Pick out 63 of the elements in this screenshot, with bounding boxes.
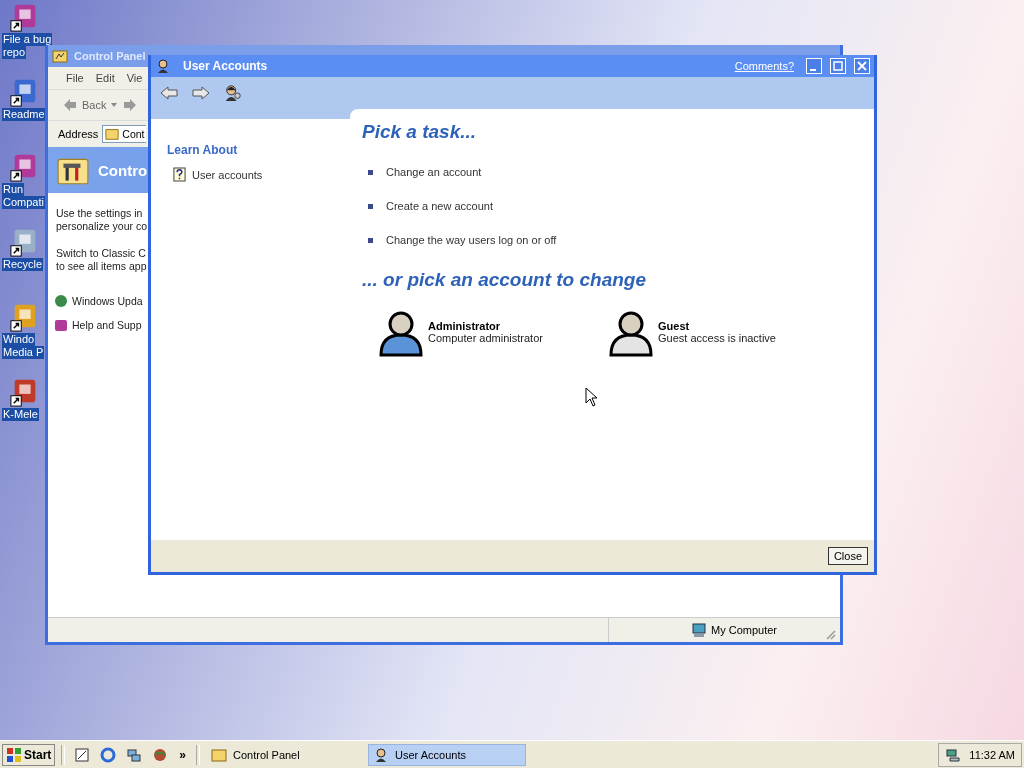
address-label: Address [58, 128, 99, 140]
folder-icon [211, 746, 228, 763]
window-title: Control Panel [74, 50, 146, 62]
desktop-icon-label[interactable]: Compati [2, 196, 45, 209]
help-icon[interactable] [173, 167, 186, 182]
desktop-icon-label[interactable]: Readme [2, 108, 46, 121]
bullet-icon [368, 237, 373, 243]
desktop-icon-label[interactable]: Windo [2, 333, 36, 346]
help-link[interactable]: User accounts [192, 168, 263, 181]
desktop-icon-label[interactable]: Media P [2, 346, 45, 359]
description-text: Switch to Classic C to see all items app [56, 247, 144, 273]
back-arrow-icon [62, 97, 78, 113]
user-avatar-icon[interactable] [608, 309, 654, 357]
panel-link[interactable]: Windows Upda [72, 295, 143, 307]
user-avatar-icon[interactable] [378, 309, 424, 357]
account-description: Computer administrator [428, 332, 543, 344]
mouse-pointer-icon [585, 387, 597, 407]
desktop-icon-label[interactable]: Recycle [2, 258, 44, 271]
desktop-icon-label[interactable]: File a bug [2, 33, 53, 46]
person-key-icon[interactable] [223, 84, 243, 102]
bullet-icon [368, 169, 373, 175]
status-text: My Computer [711, 624, 778, 636]
more-button[interactable]: » [179, 747, 187, 762]
task-link[interactable]: Create a new account [386, 200, 493, 212]
section-heading: ... or pick an account to change [362, 269, 647, 291]
taskbar-button[interactable]: User Accounts [368, 743, 527, 766]
back-button[interactable]: Back [62, 97, 107, 113]
network-icon[interactable] [126, 746, 143, 763]
desktop-icon-label[interactable]: K-Mele [2, 408, 39, 421]
menu-item[interactable]: Edit [95, 72, 115, 84]
menu-item[interactable]: File [66, 72, 84, 84]
panel-link[interactable]: Help and Supp [72, 319, 142, 331]
folder-icon [52, 48, 68, 64]
computer-icon [691, 622, 707, 638]
minimize-icon[interactable] [806, 58, 822, 74]
caret-icon[interactable] [110, 101, 119, 109]
bullet-icon [368, 203, 373, 209]
folder-icon [105, 127, 120, 141]
address-field[interactable]: Cont [102, 125, 147, 143]
clock: 11:32 AM [969, 748, 1015, 761]
network-icon[interactable] [945, 746, 962, 763]
close-icon[interactable] [854, 58, 870, 74]
panel-title: Contro [98, 161, 148, 179]
task-link[interactable]: Change the way users log on or off [386, 234, 557, 246]
resize-grip-icon[interactable] [824, 628, 836, 640]
account-name[interactable]: Administrator [428, 320, 543, 332]
person-icon [155, 58, 171, 74]
windows-flag-icon [6, 746, 22, 763]
maximize-icon[interactable] [830, 58, 846, 74]
desktop-icon-label[interactable]: Run [2, 183, 25, 196]
browser-icon[interactable] [100, 746, 117, 763]
account-description: Guest access is inactive [658, 332, 776, 344]
task-link[interactable]: Change an account [386, 166, 482, 178]
desktop-icon-label[interactable]: repo [2, 46, 27, 59]
account-name[interactable]: Guest [658, 320, 776, 332]
window-title: User Accounts [183, 59, 268, 73]
back-arrow-icon[interactable] [159, 84, 179, 102]
forward-arrow-icon[interactable] [191, 84, 211, 102]
section-heading: Pick a task... [362, 121, 478, 143]
close-button[interactable]: Close [827, 547, 868, 565]
section-heading: Learn About [167, 143, 239, 157]
menu-item[interactable]: Vie [126, 72, 143, 84]
start-button[interactable]: Start [2, 743, 56, 766]
